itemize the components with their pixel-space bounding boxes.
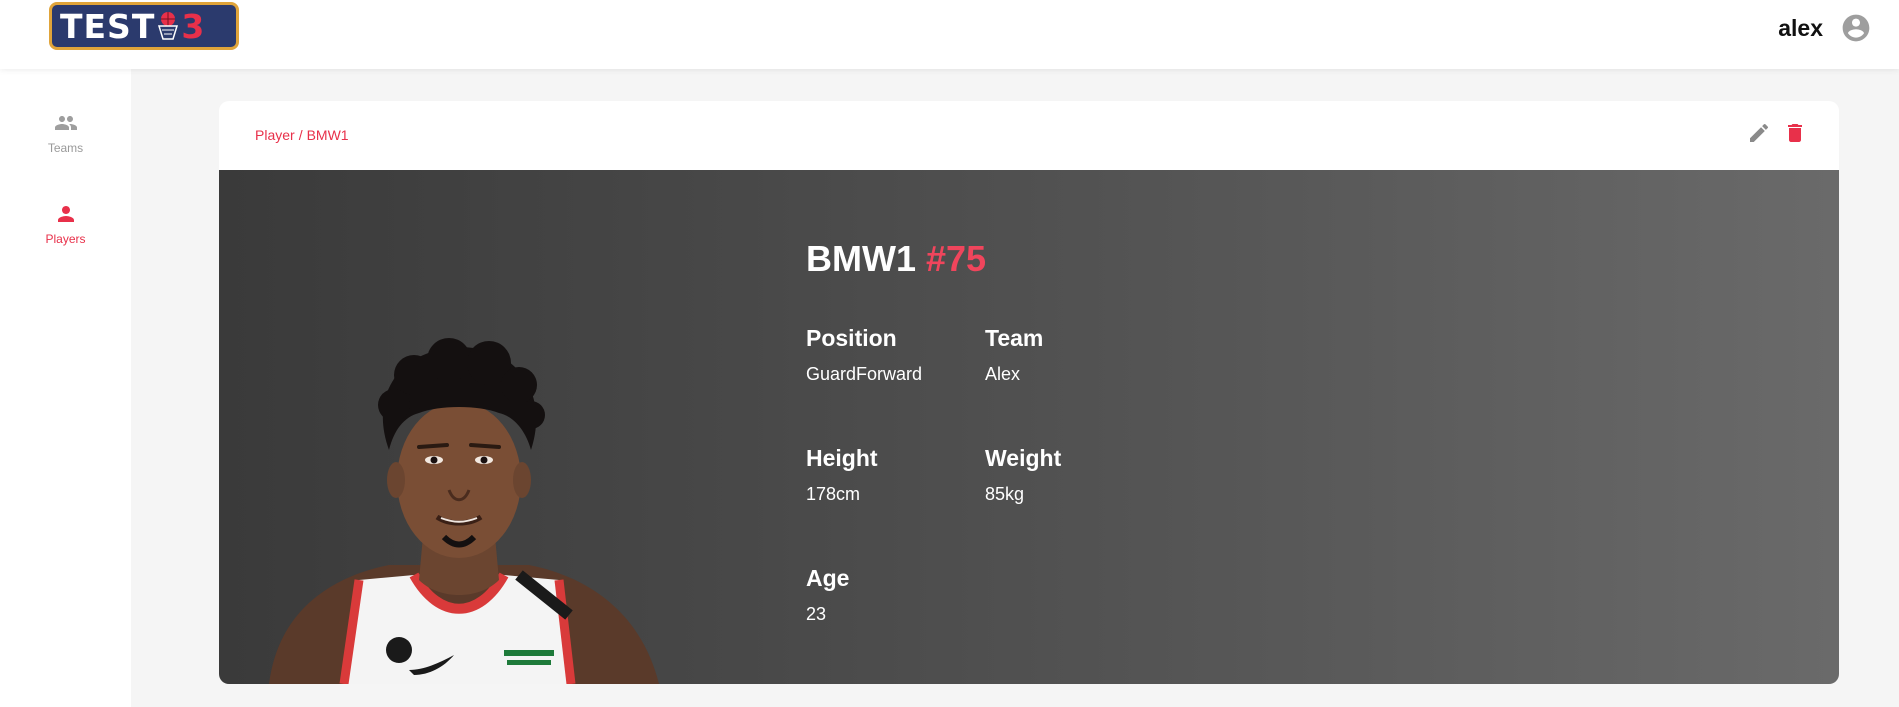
stat-value: Alex	[985, 364, 1021, 384]
sidebar-item-label: Players	[45, 232, 86, 246]
stat-age: Age 23	[806, 565, 849, 625]
account-circle-icon[interactable]	[1840, 12, 1872, 44]
trash-icon[interactable]	[1783, 121, 1807, 145]
logo-text: TEST	[60, 6, 156, 46]
stat-value: 178cm	[806, 484, 861, 504]
stat-position: Position GuardForward	[806, 325, 922, 385]
stat-label: Position	[806, 325, 897, 351]
app-logo[interactable]: TEST 3	[49, 2, 239, 50]
stat-height: Height 178cm	[806, 445, 878, 505]
stat-label: Age	[806, 565, 850, 591]
sidebar-item-teams[interactable]: Teams	[0, 111, 131, 155]
person-icon	[57, 206, 74, 222]
breadcrumb-current: BMW1	[306, 127, 349, 143]
stat-label: Weight	[985, 445, 1062, 471]
stat-team: Team Alex	[985, 325, 1043, 385]
player-card-header: Player / BMW1	[219, 101, 1839, 170]
player-photo	[269, 338, 659, 684]
top-bar: TEST 3 alex	[0, 0, 1899, 69]
breadcrumb-separator: /	[298, 127, 303, 143]
breadcrumb-link-player[interactable]: Player	[255, 127, 295, 143]
stat-label: Team	[985, 325, 1044, 351]
people-icon	[54, 116, 77, 130]
pencil-icon[interactable]	[1747, 121, 1771, 145]
stat-value: 85kg	[985, 484, 1025, 504]
stat-label: Height	[806, 445, 878, 471]
basketball-hoop-icon	[158, 12, 179, 40]
logo-number: 3	[181, 6, 205, 46]
sidebar-item-players[interactable]: Players	[0, 202, 131, 246]
stat-value: 23	[806, 604, 827, 624]
username[interactable]: alex	[1778, 15, 1823, 42]
sidebar-item-label: Teams	[47, 141, 84, 155]
player-card-body: BMW1 #75 Position GuardForward Team Alex…	[219, 170, 1839, 684]
breadcrumb: Player / BMW1	[255, 127, 349, 143]
player-title: BMW1 #75	[806, 238, 986, 280]
player-number: #75	[926, 238, 987, 279]
stat-value: GuardForward	[806, 364, 923, 384]
player-name: BMW1	[806, 238, 916, 279]
sidebar: Teams Players	[0, 69, 131, 707]
stat-weight: Weight 85kg	[985, 445, 1061, 505]
